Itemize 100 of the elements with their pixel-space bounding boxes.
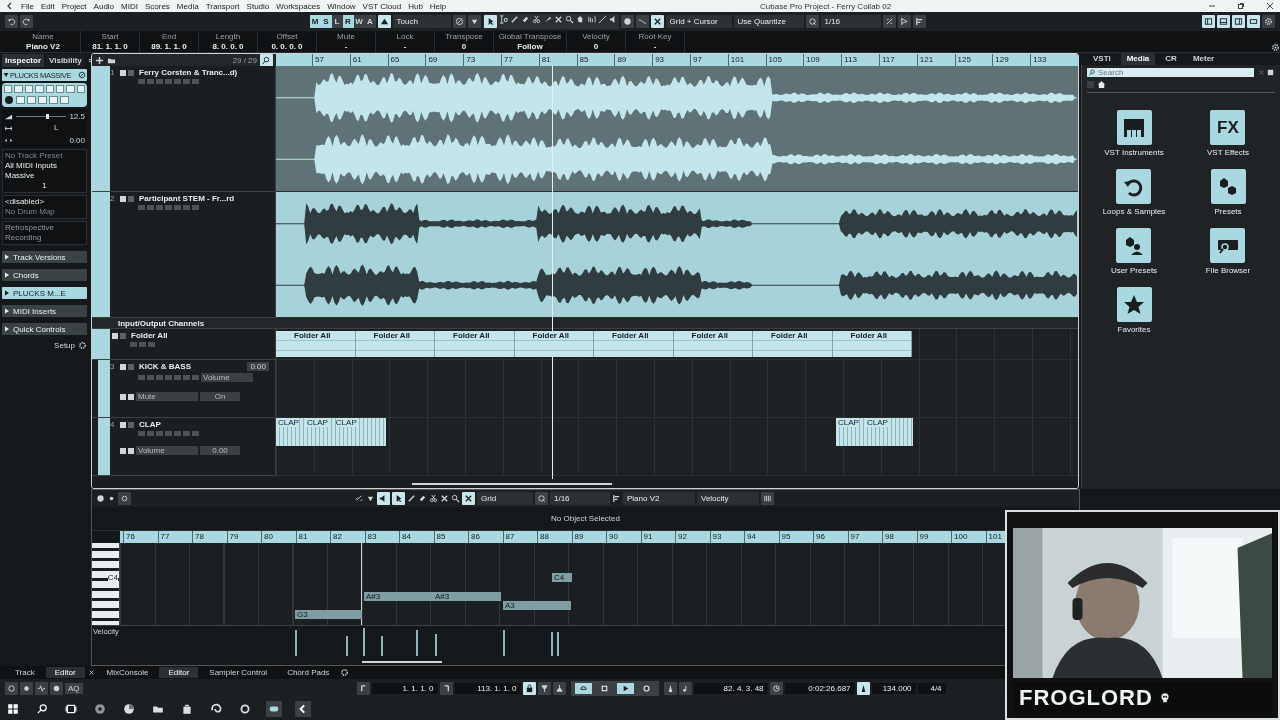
color-icon[interactable]: [620, 15, 634, 28]
automation-value[interactable]: On: [200, 392, 240, 401]
quantize-icon[interactable]: [805, 15, 819, 28]
comp-icon[interactable]: [586, 15, 596, 24]
caret-icon[interactable]: [3, 72, 9, 78]
mute-icon[interactable]: [440, 494, 449, 503]
metronome-icon[interactable]: [663, 682, 677, 695]
add-icon[interactable]: [95, 55, 104, 65]
checkbox[interactable]: [1087, 81, 1094, 88]
automation-value[interactable]: 0.00: [200, 446, 240, 455]
snap-icon[interactable]: [462, 492, 475, 505]
write-button[interactable]: [128, 393, 134, 400]
folder-clip[interactable]: Folder All: [594, 331, 674, 357]
midi-clip[interactable]: CLAP CLAP CLAP: [276, 418, 386, 446]
menu-item[interactable]: Media: [176, 1, 199, 11]
mode-button[interactable]: S: [320, 15, 332, 28]
zone-tab[interactable]: Meter: [1186, 53, 1221, 65]
link-icon[interactable]: [355, 494, 364, 503]
speaker-icon[interactable]: [377, 492, 390, 505]
hand-icon[interactable]: [575, 15, 585, 24]
volume-slider-thumb[interactable]: [46, 113, 49, 119]
track-header[interactable]: 2 Participant STEM - Fr...rd: [92, 192, 276, 318]
settings-icon[interactable]: [1262, 15, 1275, 28]
tempo-field[interactable]: 134.000: [871, 683, 916, 694]
constrain-icon[interactable]: [366, 494, 375, 503]
quantize-type-dropdown[interactable]: Use Quantize: [733, 15, 804, 28]
media-tile[interactable]: [1116, 110, 1152, 145]
cycle-icon[interactable]: [574, 683, 592, 694]
scroll-bar[interactable]: [362, 660, 442, 663]
menu-item[interactable]: Window: [327, 1, 356, 11]
routing-field[interactable]: All MIDI Inputs: [5, 161, 84, 171]
list-view-icon[interactable]: [1266, 68, 1275, 77]
record-icon[interactable]: [4, 95, 14, 105]
midi-note[interactable]: A#3: [433, 592, 501, 601]
info-value[interactable]: 0. 0. 0. 0: [271, 42, 303, 51]
chevron-app-icon[interactable]: [295, 701, 311, 717]
zone-tab[interactable]: Sampler Control: [200, 667, 277, 678]
media-tile[interactable]: [1210, 169, 1246, 204]
menu-item[interactable]: Transport: [205, 1, 240, 11]
zone-tab[interactable]: Chord Pads: [278, 667, 339, 678]
mode-button[interactable]: M: [309, 15, 321, 28]
track-lane[interactable]: Folder All Folder All Folder All Folder All Folder All Folder All Folder All Folder All: [276, 329, 1078, 360]
track-header[interactable]: 1 Ferry Corsten & Tranc...d): [92, 66, 276, 192]
zone-tab[interactable]: VSTi: [1087, 53, 1117, 65]
info-value[interactable]: Piano V2: [26, 42, 60, 51]
caret-icon[interactable]: [4, 254, 10, 260]
track-name[interactable]: Participant STEM - Fr...rd: [139, 194, 235, 203]
zone-tab[interactable]: Track: [6, 667, 44, 678]
mute-button[interactable]: [120, 421, 126, 428]
menu-item[interactable]: File: [21, 1, 34, 11]
suspend-icon[interactable]: [452, 15, 466, 28]
record-icon[interactable]: [107, 494, 116, 503]
automation-parameter[interactable]: Mute: [136, 392, 198, 401]
media-tile[interactable]: [1116, 169, 1152, 204]
track-name[interactable]: CLAP: [139, 420, 161, 429]
info-value[interactable]: 8. 0. 0. 0: [212, 42, 244, 51]
midi-note[interactable]: G3: [295, 610, 362, 619]
glue-icon[interactable]: [542, 15, 552, 24]
folder-clip[interactable]: Folder All: [435, 331, 515, 357]
snap-dropdown[interactable]: Grid: [477, 492, 533, 505]
midi-note[interactable]: A#3: [364, 592, 433, 601]
zone-tab[interactable]: MixConsole: [97, 667, 158, 678]
gamepad-icon[interactable]: [266, 701, 282, 717]
routing-field[interactable]: Massive: [5, 171, 84, 181]
align-icon[interactable]: [612, 494, 621, 503]
zone-tab[interactable]: Editor: [45, 667, 85, 678]
record-mode-icon[interactable]: [20, 682, 33, 695]
mode-button[interactable]: R: [342, 15, 354, 28]
info-value[interactable]: -: [403, 42, 407, 51]
search-field[interactable]: Search: [1098, 68, 1254, 77]
track-name[interactable]: Folder All: [131, 331, 168, 340]
parameter-field[interactable]: Volume: [201, 373, 253, 382]
mute-button[interactable]: [120, 69, 126, 76]
mode-button[interactable]: A: [364, 15, 376, 28]
menu-item[interactable]: Audio: [93, 1, 115, 11]
transport-icon[interactable]: [1247, 15, 1260, 28]
info-value[interactable]: -: [344, 42, 348, 51]
info-value[interactable]: 89. 1. 1. 0: [151, 42, 187, 51]
clock-icon[interactable]: [769, 682, 783, 695]
folder-clip[interactable]: Folder All: [673, 331, 753, 357]
snap-type-dropdown[interactable]: Grid + Cursor: [665, 15, 732, 28]
info-value[interactable]: 0: [461, 42, 467, 51]
info-value[interactable]: Follow: [517, 42, 543, 51]
close-icon[interactable]: [1266, 2, 1274, 10]
settings-icon[interactable]: [1271, 43, 1280, 52]
pointer-icon[interactable]: [483, 15, 497, 28]
media-tile[interactable]: [1116, 228, 1152, 263]
note-icon[interactable]: [678, 682, 692, 695]
info-value[interactable]: 81. 1. 1. 0: [92, 42, 128, 51]
keyboard-icon[interactable]: [761, 492, 774, 505]
menu-item[interactable]: VST Cloud: [362, 1, 402, 11]
track-lane[interactable]: CLAP CLAP CLAP CLAP CLAP: [276, 418, 1078, 476]
quantize-icon[interactable]: [535, 492, 548, 505]
timeline-ruler[interactable]: 57 61 65 69 73 77 81 85 89 93 97 101 105 109 113 117 121 125 129 133: [276, 54, 1078, 66]
zone-tab[interactable]: CR: [1159, 53, 1183, 65]
lock-icon[interactable]: [522, 682, 536, 695]
read-button[interactable]: [120, 393, 126, 400]
eraser-icon[interactable]: [520, 15, 530, 24]
home-icon[interactable]: [1097, 80, 1106, 89]
right-locator-field[interactable]: 113. 1. 1. 0: [454, 683, 521, 694]
